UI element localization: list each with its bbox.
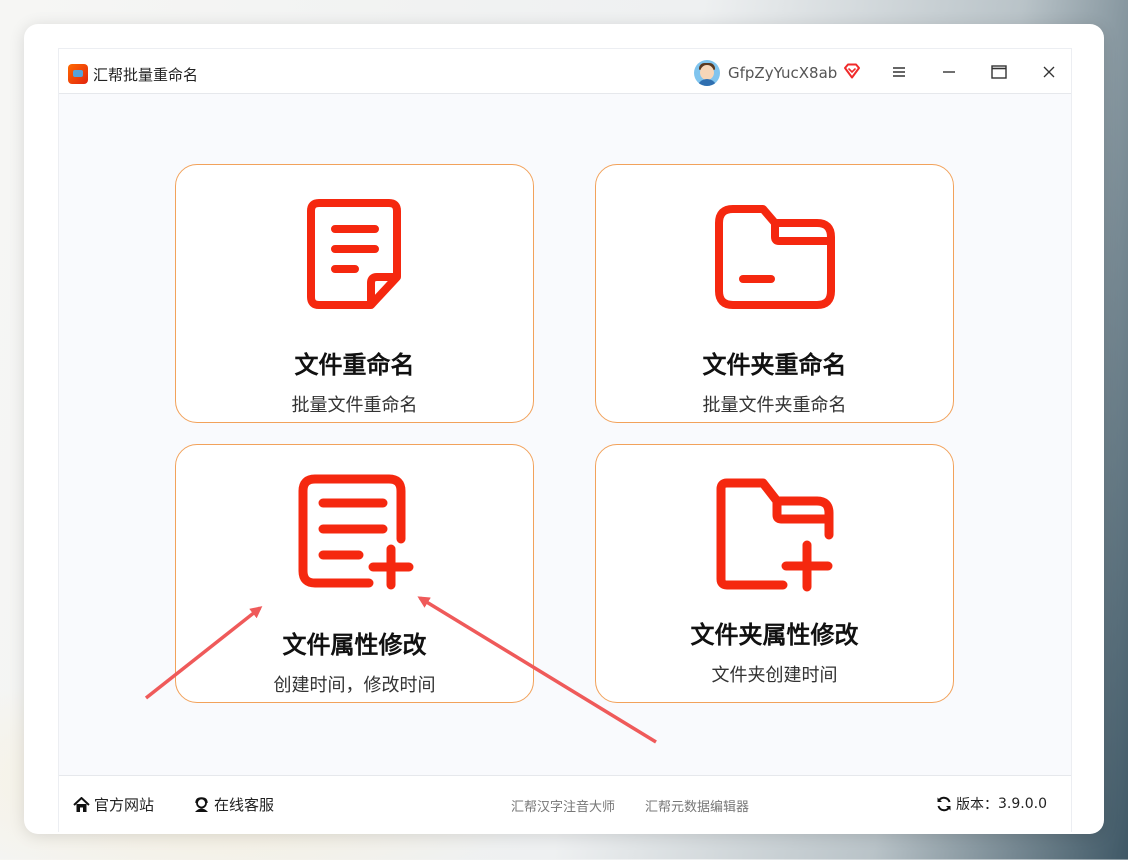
card-subtitle: 批量文件夹重命名 xyxy=(702,395,847,416)
minimize-icon xyxy=(943,71,955,73)
card-title: 文件夹属性修改 xyxy=(690,621,859,649)
online-support-label: 在线客服 xyxy=(214,796,275,814)
close-icon xyxy=(1043,66,1055,78)
card-subtitle: 创建时间，修改时间 xyxy=(273,675,436,696)
folder-icon xyxy=(714,205,835,309)
home-icon xyxy=(73,796,90,812)
minimize-button[interactable] xyxy=(933,59,965,85)
version-value: 3.9.0.0 xyxy=(998,796,1047,812)
username[interactable]: GfpZyYucX8ab xyxy=(728,64,837,82)
diamond-icon[interactable] xyxy=(843,63,861,79)
card-file-rename[interactable]: 文件重命名 批量文件重命名 xyxy=(175,164,534,423)
official-site-link[interactable]: 官方网站 xyxy=(73,794,154,815)
card-title: 文件重命名 xyxy=(294,351,415,379)
app-title: 汇帮批量重命名 xyxy=(93,66,199,84)
card-folder-rename[interactable]: 文件夹重命名 批量文件夹重命名 xyxy=(595,164,954,423)
version-info: 版本： 3.9.0.0 xyxy=(936,794,1047,814)
card-title: 文件属性修改 xyxy=(282,631,427,659)
card-file-attribute[interactable]: 文件属性修改 创建时间，修改时间 xyxy=(175,444,534,703)
menu-button[interactable] xyxy=(883,59,915,85)
document-icon xyxy=(306,199,401,309)
close-button[interactable] xyxy=(1033,59,1065,85)
app-window: 汇帮批量重命名 GfpZyYucX8ab 文件重命名 批量文件重命名 文件夹重命… xyxy=(24,24,1104,834)
title-bar: 汇帮批量重命名 GfpZyYucX8ab xyxy=(59,49,1071,94)
status-footer: 官方网站 在线客服 汇帮汉字注音大师 汇帮元数据编辑器 版本： 3.9.0.0 xyxy=(59,775,1071,832)
maximize-button[interactable] xyxy=(983,59,1015,85)
folder-add-icon xyxy=(716,478,833,592)
online-support-link[interactable]: 在线客服 xyxy=(193,794,274,815)
card-title: 文件夹重命名 xyxy=(702,351,847,379)
version-label: 版本： xyxy=(956,797,999,813)
support-agent-icon xyxy=(195,796,208,812)
tool-link-metadata[interactable]: 汇帮元数据编辑器 xyxy=(645,796,749,815)
card-subtitle: 批量文件重命名 xyxy=(291,395,418,416)
hamburger-menu-icon xyxy=(893,67,905,77)
refresh-icon[interactable] xyxy=(936,796,952,812)
window-content: 汇帮批量重命名 GfpZyYucX8ab 文件重命名 批量文件重命名 文件夹重命… xyxy=(58,48,1072,832)
avatar[interactable] xyxy=(694,60,720,86)
official-site-label: 官方网站 xyxy=(94,796,155,814)
card-folder-attribute[interactable]: 文件夹属性修改 文件夹创建时间 xyxy=(595,444,954,703)
tool-link-pinyin[interactable]: 汇帮汉字注音大师 xyxy=(511,796,615,815)
document-add-icon xyxy=(298,474,413,590)
card-subtitle: 文件夹创建时间 xyxy=(711,665,838,686)
app-logo-icon xyxy=(68,64,88,84)
maximize-icon xyxy=(991,65,1007,79)
